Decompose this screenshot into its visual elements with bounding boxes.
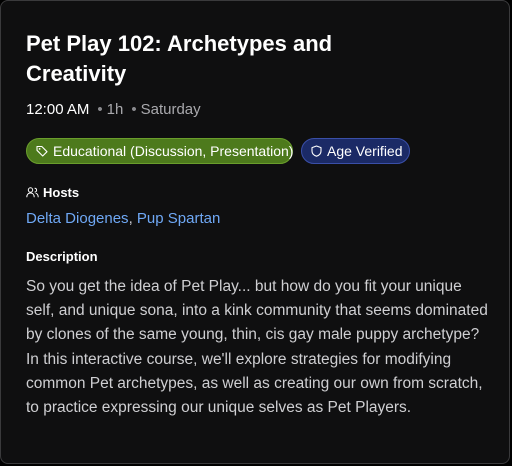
host-link-delta-diogenes[interactable]: Delta Diogenes — [26, 210, 129, 227]
event-duration: 1h — [106, 101, 124, 118]
event-time: 12:00 AM — [26, 101, 90, 118]
event-meta: 12:00 AM • 1h • Saturday — [26, 101, 201, 118]
tag-label: Educational (Discussion, Presentation) — [53, 143, 294, 159]
hosts-heading: Hosts — [26, 185, 79, 200]
event-card: Pet Play 102: Archetypes and Creativity … — [0, 0, 510, 464]
description-text: So you get the idea of Pet Play... but h… — [26, 278, 488, 417]
hosts-label: Hosts — [43, 185, 80, 200]
tag-label: Age Verified — [327, 143, 403, 159]
event-day: Saturday — [140, 101, 201, 118]
host-separator: , — [128, 210, 137, 227]
shield-icon — [311, 145, 322, 157]
description-heading: Description — [26, 249, 98, 264]
tag-list: Educational (Discussion, Presentation) A… — [26, 138, 410, 164]
meta-separator: • — [131, 101, 137, 118]
tag-educational[interactable]: Educational (Discussion, Presentation) — [26, 138, 293, 164]
meta-separator: • — [97, 101, 103, 118]
host-link-pup-spartan[interactable]: Pup Spartan — [137, 210, 220, 227]
people-icon — [26, 187, 39, 198]
host-list: Delta Diogenes, Pup Spartan — [26, 210, 220, 227]
tag-age-verified[interactable]: Age Verified — [301, 138, 410, 164]
event-title: Pet Play 102: Archetypes and Creativity — [26, 31, 333, 86]
tag-icon — [36, 145, 48, 157]
